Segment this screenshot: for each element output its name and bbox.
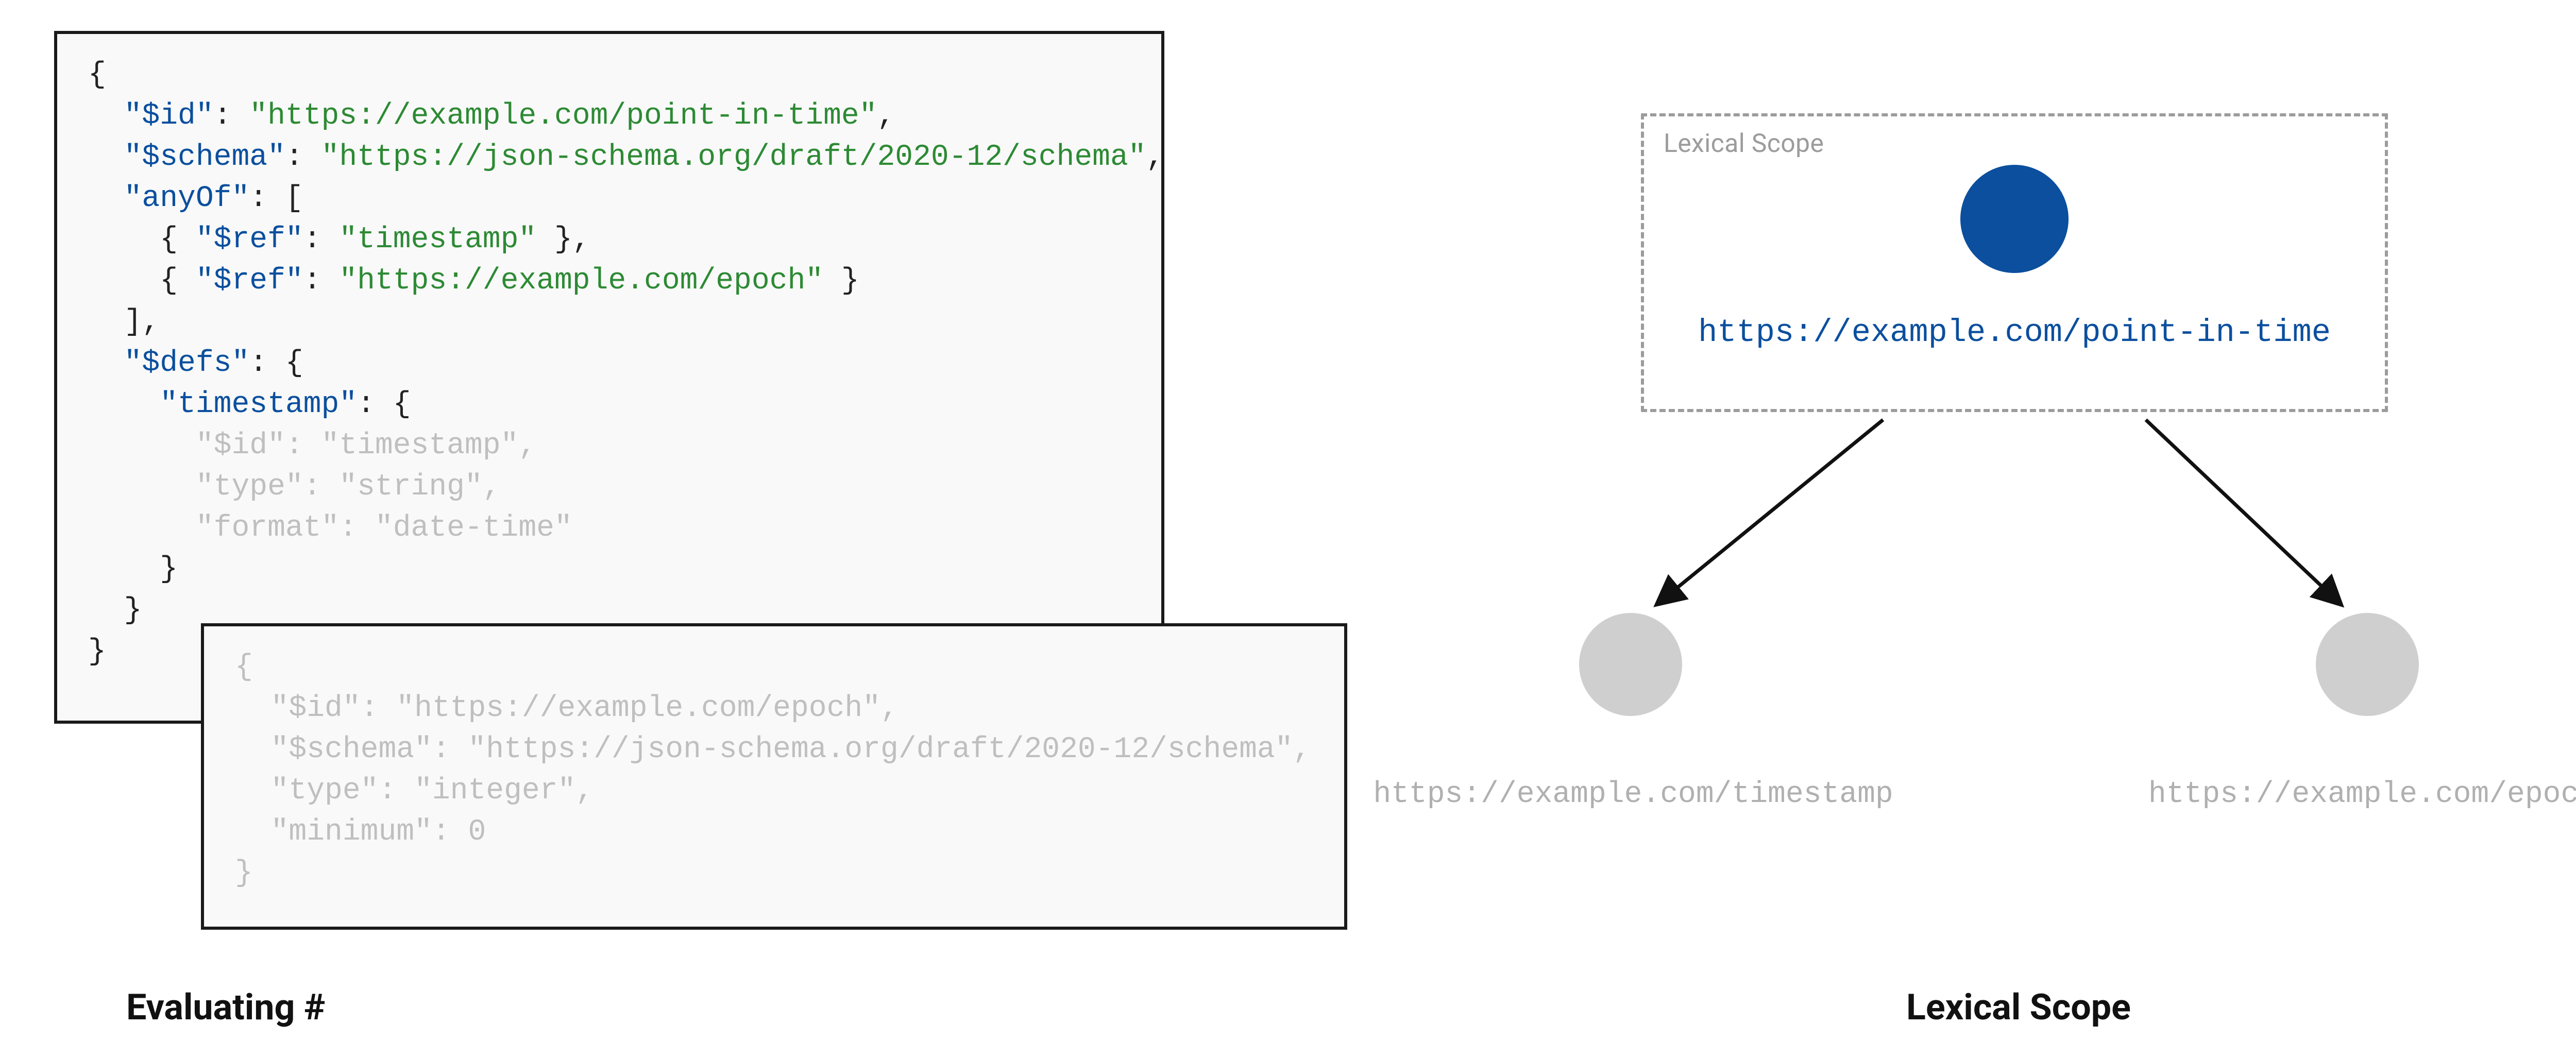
code-line: "$id": "https://example.com/point-in-tim… <box>88 96 1130 137</box>
code-line: ], <box>88 302 1130 343</box>
code-panel-secondary: { "$id": "https://example.com/epoch", "$… <box>201 623 1347 930</box>
code-line: "$defs": { <box>88 343 1130 384</box>
code-line: } <box>235 853 1313 894</box>
lexical-scope-diagram: Lexical Scope https://example.com/point-… <box>1417 0 2576 937</box>
code-line: "$schema": "https://json-schema.org/draf… <box>88 137 1130 178</box>
node-root-url: https://example.com/point-in-time <box>1641 314 2388 351</box>
code-line: "format": "date-time" <box>88 508 1130 549</box>
code-line: { "$ref": "timestamp" }, <box>88 219 1130 261</box>
code-line: "minimum": 0 <box>235 812 1313 853</box>
code-line: "$schema": "https://json-schema.org/draf… <box>235 729 1313 771</box>
code-line: "timestamp": { <box>88 384 1130 425</box>
caption-left: Evaluating # <box>126 986 325 1029</box>
code-line: { <box>88 55 1130 96</box>
code-line: { "$ref": "https://example.com/epoch" } <box>88 261 1130 302</box>
code-line: "$id": "https://example.com/epoch", <box>235 688 1313 729</box>
lexical-scope-box-label: Lexical Scope <box>1664 129 1824 159</box>
code-line: } <box>88 549 1130 590</box>
node-child-left <box>1579 613 1682 716</box>
node-child-left-url: https://example.com/timestamp <box>1363 778 1904 811</box>
node-child-right <box>2316 613 2419 716</box>
code-line: "anyOf": [ <box>88 178 1130 219</box>
code-line: "$id": "timestamp", <box>88 425 1130 467</box>
caption-right: Lexical Scope <box>1906 986 2131 1029</box>
code-panel-primary: { "$id": "https://example.com/point-in-t… <box>54 31 1164 724</box>
code-line: "type": "string", <box>88 467 1130 508</box>
code-line: { <box>235 647 1313 688</box>
node-child-right-url: https://example.com/epoch <box>2102 778 2576 811</box>
code-line: "type": "integer", <box>235 771 1313 812</box>
node-root <box>1960 165 2069 273</box>
